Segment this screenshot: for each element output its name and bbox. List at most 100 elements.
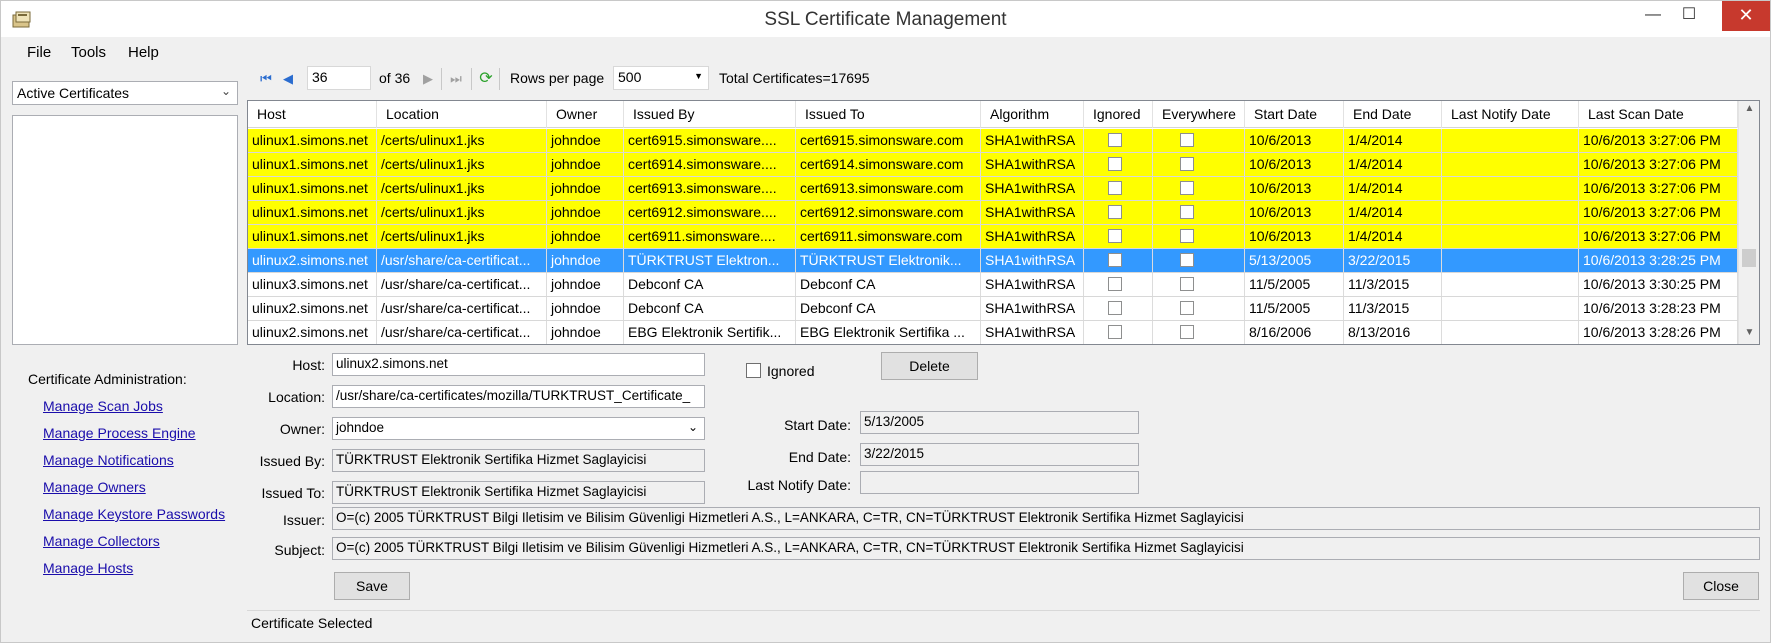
ignored-checkbox[interactable] [1108, 301, 1122, 315]
link-manage-notifications[interactable]: Manage Notifications [43, 452, 174, 468]
certificate-grid: Host Location Owner Issued By Issued To Algor… [247, 100, 1760, 345]
first-page-icon[interactable]: ⏮ [257, 70, 275, 88]
table-row[interactable]: ulinux2.simons.net/usr/share/ca-certific… [248, 321, 1738, 344]
previous-page-icon[interactable]: ◀ [279, 70, 297, 88]
maximize-button[interactable]: ☐ [1667, 1, 1711, 31]
cell-start-date: 10/6/2013 [1245, 201, 1344, 224]
ignored-checkbox[interactable] [1108, 181, 1122, 195]
menu-tools[interactable]: Tools [71, 44, 106, 61]
table-row[interactable]: ulinux1.simons.net/certs/ulinux1.jks john… [248, 153, 1738, 177]
everywhere-checkbox[interactable] [1180, 325, 1194, 339]
issued-by-field[interactable]: TÜRKTRUST Elektronik Sertifika Hizmet Sa… [332, 449, 705, 472]
column-header-last-notify-date[interactable]: Last Notify Date [1442, 101, 1579, 128]
cell-last-scan-date: 10/6/2013 3:30:25 PM [1579, 273, 1738, 296]
table-row[interactable]: ulinux1.simons.net/certs/ulinux1.jks john… [248, 201, 1738, 225]
column-header-issued-by[interactable]: Issued By [624, 101, 796, 128]
ignored-checkbox[interactable] [746, 363, 761, 378]
table-row[interactable]: ulinux1.simons.net/certs/ulinux1.jks john… [248, 129, 1738, 153]
everywhere-checkbox[interactable] [1180, 157, 1194, 171]
table-row[interactable]: ulinux2.simons.net/usr/share/ca-certific… [248, 297, 1738, 321]
location-field[interactable]: /usr/share/ca-certificates/mozilla/TURKT… [332, 385, 705, 408]
everywhere-checkbox[interactable] [1180, 277, 1194, 291]
menu-help[interactable]: Help [128, 44, 159, 61]
cell-everywhere [1153, 297, 1245, 320]
column-header-end-date[interactable]: End Date [1344, 101, 1442, 128]
issuer-label: Issuer: [282, 512, 325, 528]
issued-to-field[interactable]: TÜRKTRUST Elektronik Sertifika Hizmet Sa… [332, 481, 705, 504]
cell-location: /certs/ulinux1.jks [377, 201, 547, 224]
start-date-label: Start Date: [784, 417, 851, 433]
last-notify-date-field[interactable] [860, 471, 1139, 494]
link-manage-hosts[interactable]: Manage Hosts [43, 560, 133, 576]
link-manage-scan-jobs[interactable]: Manage Scan Jobs [43, 398, 163, 414]
delete-button[interactable]: Delete [881, 352, 978, 380]
cell-owner: johndoe [547, 201, 624, 224]
table-row[interactable]: ulinux3.simons.net/usr/share/ca-certific… [248, 273, 1738, 297]
menu-file[interactable]: File [27, 44, 51, 61]
cell-last-notify-date [1442, 297, 1579, 320]
table-row[interactable]: ulinux1.simons.net/certs/ulinux1.jks john… [248, 225, 1738, 249]
cell-algorithm: SHA1withRSA [981, 201, 1084, 224]
column-header-start-date[interactable]: Start Date [1245, 101, 1344, 128]
cell-issued-to: cert6915.simonsware.com [796, 129, 981, 152]
certificate-filter-value: Active Certificates [17, 85, 130, 101]
cell-last-notify-date [1442, 153, 1579, 176]
grid-scrollbar[interactable]: ▲ ▼ [1738, 101, 1759, 344]
cell-start-date: 11/5/2005 [1245, 297, 1344, 320]
rows-per-page-select[interactable]: 500 ▼ [613, 66, 709, 90]
column-header-location[interactable]: Location [377, 101, 547, 128]
cell-issued-to: cert6912.simonsware.com [796, 201, 981, 224]
table-row[interactable]: ulinux1.simons.net/certs/ulinux1.jks john… [248, 177, 1738, 201]
column-header-everywhere[interactable]: Everywhere [1153, 101, 1245, 128]
close-window-button[interactable]: ✕ [1722, 1, 1770, 31]
end-date-field[interactable]: 3/22/2015 [860, 443, 1139, 466]
certificate-filter-select[interactable]: Active Certificates ⌄ [12, 81, 238, 105]
cell-last-scan-date: 10/6/2013 3:27:06 PM [1579, 177, 1738, 200]
last-page-icon[interactable]: ⏭ [447, 70, 465, 88]
page-number-input[interactable]: 36 [307, 66, 371, 90]
table-row[interactable]: ulinux2.simons.net/usr/share/ca-certific… [248, 249, 1738, 273]
scroll-up-icon[interactable]: ▲ [1739, 103, 1759, 114]
owner-select[interactable]: johndoe ⌄ [332, 417, 705, 440]
ignored-checkbox[interactable] [1108, 253, 1122, 267]
subject-field[interactable]: O=(c) 2005 TÜRKTRUST Bilgi Iletisim ve B… [332, 537, 1760, 560]
scroll-thumb[interactable] [1742, 249, 1756, 267]
filter-list[interactable] [12, 115, 238, 345]
everywhere-checkbox[interactable] [1180, 205, 1194, 219]
cell-algorithm: SHA1withRSA [981, 153, 1084, 176]
column-header-owner[interactable]: Owner [547, 101, 624, 128]
ignored-checkbox[interactable] [1108, 205, 1122, 219]
ignored-checkbox[interactable] [1108, 157, 1122, 171]
column-header-host[interactable]: Host [248, 101, 377, 128]
link-manage-process-engine[interactable]: Manage Process Engine [43, 425, 196, 441]
start-date-field[interactable]: 5/13/2005 [860, 411, 1139, 434]
issuer-field[interactable]: O=(c) 2005 TÜRKTRUST Bilgi Iletisim ve B… [332, 507, 1760, 530]
everywhere-checkbox[interactable] [1180, 229, 1194, 243]
cell-ignored [1084, 225, 1153, 248]
cell-end-date: 8/13/2016 [1344, 321, 1442, 344]
column-header-last-scan-date[interactable]: Last Scan Date [1579, 101, 1738, 128]
column-header-issued-to[interactable]: Issued To [796, 101, 981, 128]
link-manage-keystore-passwords[interactable]: Manage Keystore Passwords [43, 506, 225, 522]
column-header-ignored[interactable]: Ignored [1084, 101, 1153, 128]
refresh-icon[interactable]: ⟳ [477, 70, 495, 88]
ignored-checkbox[interactable] [1108, 277, 1122, 291]
close-button[interactable]: Close [1683, 572, 1759, 600]
scroll-down-icon[interactable]: ▼ [1739, 327, 1759, 338]
everywhere-checkbox[interactable] [1180, 301, 1194, 315]
save-button[interactable]: Save [334, 572, 410, 600]
cell-everywhere [1153, 129, 1245, 152]
cell-last-notify-date [1442, 129, 1579, 152]
column-header-algorithm[interactable]: Algorithm [981, 101, 1084, 128]
everywhere-checkbox[interactable] [1180, 133, 1194, 147]
ignored-checkbox[interactable] [1108, 133, 1122, 147]
link-manage-collectors[interactable]: Manage Collectors [43, 533, 160, 549]
everywhere-checkbox[interactable] [1180, 253, 1194, 267]
everywhere-checkbox[interactable] [1180, 181, 1194, 195]
host-field[interactable]: ulinux2.simons.net [332, 353, 705, 376]
link-manage-owners[interactable]: Manage Owners [43, 479, 146, 495]
ignored-checkbox[interactable] [1108, 325, 1122, 339]
next-page-icon[interactable]: ▶ [419, 70, 437, 88]
ignored-checkbox[interactable] [1108, 229, 1122, 243]
cell-host: ulinux2.simons.net [248, 321, 377, 344]
